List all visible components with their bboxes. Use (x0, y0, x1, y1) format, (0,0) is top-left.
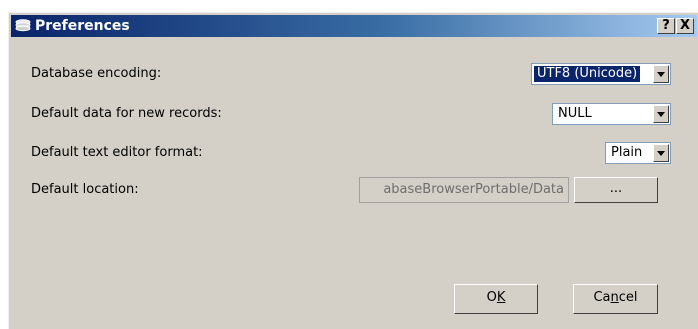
window-title: Preferences (35, 18, 130, 34)
ok-button[interactable]: OK (454, 284, 538, 314)
cancel-button[interactable]: Cancel (573, 284, 658, 314)
database-icon (15, 19, 31, 32)
default-location-field[interactable]: abaseBrowserPortable/Data (359, 177, 569, 203)
database-encoding-label: Database encoding: (31, 66, 162, 81)
chevron-down-icon[interactable] (653, 144, 669, 162)
default-location-value: abaseBrowserPortable/Data (383, 182, 564, 197)
cancel-label-suffix: cel (618, 290, 638, 305)
preferences-dialog: Preferences ? X Database encoding: UTF8 … (8, 12, 698, 329)
default-location-label: Default location: (31, 182, 139, 197)
title-bar[interactable]: Preferences ? X (11, 15, 697, 37)
chevron-down-icon[interactable] (653, 105, 669, 123)
default-data-select[interactable]: NULL (552, 103, 671, 125)
close-button[interactable]: X (676, 18, 694, 34)
help-button[interactable]: ? (657, 18, 675, 34)
database-encoding-select[interactable]: UTF8 (Unicode) (531, 63, 671, 85)
chevron-down-icon[interactable] (653, 65, 669, 83)
text-format-label: Default text editor format: (31, 145, 203, 160)
text-format-select[interactable]: Plain (605, 142, 671, 164)
text-format-value: Plain (611, 145, 643, 160)
database-encoding-value: UTF8 (Unicode) (534, 66, 641, 82)
ok-mnemonic: K (496, 290, 506, 305)
ok-label-prefix: O (486, 290, 497, 305)
default-data-label: Default data for new records: (31, 106, 222, 121)
browse-button[interactable]: ... (574, 177, 658, 203)
cancel-mnemonic: n (610, 290, 619, 305)
default-data-value: NULL (558, 106, 592, 121)
cancel-label-prefix: Ca (593, 290, 611, 305)
